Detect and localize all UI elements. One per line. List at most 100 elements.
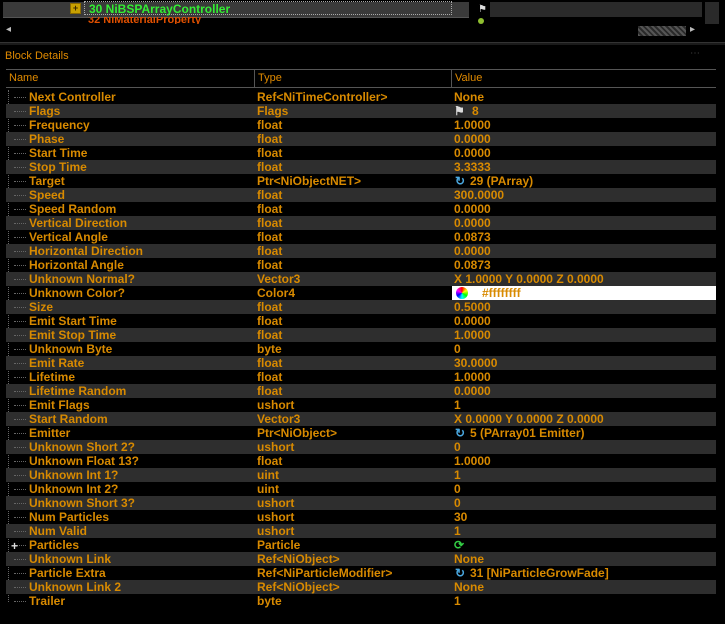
table-row[interactable]: Num Particles ushort 30	[6, 510, 716, 524]
header-type[interactable]: Type	[254, 70, 451, 87]
tree-guide	[14, 517, 26, 518]
table-row[interactable]: Start Random Vector3 X 0.0000 Y 0.0000 Z 0…	[6, 412, 716, 426]
table-row[interactable]: Unknown Short 3? ushort 0	[6, 496, 716, 510]
field-value[interactable]: 1	[454, 398, 716, 412]
table-row[interactable]: Next Controller Ref<NiTimeController> None	[6, 90, 716, 104]
field-value[interactable]: None	[454, 580, 716, 594]
field-value[interactable]: X 1.0000 Y 0.0000 Z 0.0000	[454, 272, 716, 286]
tree-item-selected[interactable]: 30 NiBSPArrayController	[84, 1, 452, 16]
expand-icon[interactable]: +	[11, 539, 18, 553]
field-value[interactable]: ↻ 5 (PArray01 Emitter)	[454, 426, 716, 440]
field-value[interactable]: ↻ 31 [NiParticleGrowFade]	[454, 566, 716, 580]
header-name[interactable]: Name	[6, 70, 254, 87]
table-row[interactable]: Flags Flags ⚑ 8	[6, 104, 716, 118]
table-row[interactable]: Start Time float 0.0000	[6, 146, 716, 160]
vertical-scrollbar[interactable]	[705, 2, 719, 24]
table-row[interactable]: Speed float 300.0000	[6, 188, 716, 202]
field-value[interactable]: 0.0000	[454, 244, 716, 258]
field-value[interactable]: 0	[454, 482, 716, 496]
field-value[interactable]: ↻ 29 (PArray)	[454, 174, 716, 188]
scroll-left-icon[interactable]: ◂	[6, 24, 11, 35]
header-value[interactable]: Value	[451, 70, 716, 87]
field-value[interactable]: 0.5000	[454, 300, 716, 314]
field-value[interactable]: None	[454, 90, 716, 104]
table-row[interactable]: Vertical Direction float 0.0000	[6, 216, 716, 230]
field-value[interactable]: 1	[454, 524, 716, 538]
field-value[interactable]: 0.0873	[454, 230, 716, 244]
table-row[interactable]: Vertical Angle float 0.0873	[6, 230, 716, 244]
field-value[interactable]: ⚑ 8	[454, 104, 716, 118]
field-value[interactable]: None	[454, 552, 716, 566]
table-row[interactable]: Emitter Ptr<NiObject> ↻ 5 (PArray01 Emitter…	[6, 426, 716, 440]
scroll-right-icon[interactable]: ▸	[690, 24, 695, 35]
table-row[interactable]: Lifetime Random float 0.0000	[6, 384, 716, 398]
table-row[interactable]: Stop Time float 3.3333	[6, 160, 716, 174]
field-value[interactable]: 1.0000	[454, 454, 716, 468]
tree-guide	[14, 307, 26, 308]
table-row[interactable]: Unknown Float 13? float 1.0000	[6, 454, 716, 468]
field-value[interactable]: 0	[454, 440, 716, 454]
scroll-thumb[interactable]	[638, 26, 686, 36]
table-row[interactable]: + Particles Particle ⟳	[6, 538, 716, 553]
table-row[interactable]: Emit Stop Time float 1.0000	[6, 328, 716, 342]
table-row[interactable]: Unknown Short 2? ushort 0	[6, 440, 716, 454]
table-row[interactable]: Emit Rate float 30.0000	[6, 356, 716, 370]
table-row[interactable]: Frequency float 1.0000	[6, 118, 716, 132]
field-value[interactable]: 30.0000	[454, 356, 716, 370]
expand-icon[interactable]: +	[70, 3, 81, 14]
table-row[interactable]: Num Valid ushort 1	[6, 524, 716, 538]
field-value[interactable]: 0.0000	[454, 216, 716, 230]
field-value[interactable]: 1	[454, 468, 716, 482]
table-row[interactable]: Trailer byte 1	[6, 594, 716, 608]
field-value[interactable]: 0.0873	[454, 258, 716, 272]
field-value[interactable]: 0	[454, 342, 716, 356]
table-row[interactable]: Horizontal Direction float 0.0000	[6, 244, 716, 258]
field-value[interactable]: 1.0000	[454, 118, 716, 132]
table-row[interactable]: Emit Flags ushort 1	[6, 398, 716, 412]
table-row[interactable]: Unknown Link 2 Ref<NiObject> None	[6, 580, 716, 594]
table-row[interactable]: Size float 0.5000	[6, 300, 716, 314]
field-value[interactable]: X 0.0000 Y 0.0000 Z 0.0000	[454, 412, 716, 426]
table-row[interactable]: Lifetime float 1.0000	[6, 370, 716, 384]
field-value[interactable]: ⟳	[454, 538, 716, 552]
table-row[interactable]: Unknown Link Ref<NiObject> None	[6, 552, 716, 566]
flag-icon[interactable]: ⚑	[454, 104, 466, 118]
field-value[interactable]: 3.3333	[454, 160, 716, 174]
field-name: Stop Time	[29, 160, 87, 174]
table-row[interactable]: Speed Random float 0.0000	[6, 202, 716, 216]
horizontal-scrollbar[interactable]: ◂ ▸	[2, 24, 702, 37]
table-row[interactable]: Emit Start Time float 0.0000	[6, 314, 716, 328]
field-value[interactable]: 0	[454, 496, 716, 510]
tree-guide	[14, 321, 26, 322]
field-value[interactable]: 1.0000	[454, 370, 716, 384]
splitter[interactable]	[0, 42, 725, 45]
link-icon[interactable]: ↻	[454, 566, 466, 580]
table-row[interactable]: Unknown Int 2? uint 0	[6, 482, 716, 496]
table-row[interactable]: Phase float 0.0000	[6, 132, 716, 146]
field-value-text: 5 (PArray01 Emitter)	[470, 426, 585, 440]
tree-item-next[interactable]: 32 NiMaterialProperty	[88, 17, 201, 24]
field-value[interactable]: 0.0000	[454, 146, 716, 160]
field-value[interactable]: 0.0000	[454, 132, 716, 146]
field-value[interactable]: 0.0000	[454, 202, 716, 216]
table-row[interactable]: Unknown Color? Color4 #ffffffff	[6, 286, 716, 300]
field-value[interactable]: 300.0000	[454, 188, 716, 202]
table-row[interactable]: Unknown Normal? Vector3 X 1.0000 Y 0.0000 …	[6, 272, 716, 286]
table-row[interactable]: Unknown Int 1? uint 1	[6, 468, 716, 482]
field-value[interactable]: 30	[454, 510, 716, 524]
field-value[interactable]: 1.0000	[454, 328, 716, 342]
tree-guide	[14, 531, 26, 532]
table-row[interactable]: Horizontal Angle float 0.0873	[6, 258, 716, 272]
field-value[interactable]: 1	[454, 594, 716, 608]
color-value-field[interactable]: #ffffffff	[452, 286, 716, 300]
panel-grip-icon[interactable]: ⋯	[690, 48, 700, 59]
refresh-icon[interactable]: ⟳	[454, 538, 466, 552]
link-icon[interactable]: ↻	[454, 426, 466, 440]
field-value[interactable]: 0.0000	[454, 384, 716, 398]
field-value[interactable]: 0.0000	[454, 314, 716, 328]
table-row[interactable]: Unknown Byte byte 0	[6, 342, 716, 356]
table-row[interactable]: Particle Extra Ref<NiParticleModifier> ↻ 31…	[6, 566, 716, 580]
link-icon[interactable]: ↻	[454, 174, 466, 188]
color-wheel-icon[interactable]	[456, 287, 468, 299]
table-row[interactable]: Target Ptr<NiObjectNET> ↻ 29 (PArray)	[6, 174, 716, 188]
